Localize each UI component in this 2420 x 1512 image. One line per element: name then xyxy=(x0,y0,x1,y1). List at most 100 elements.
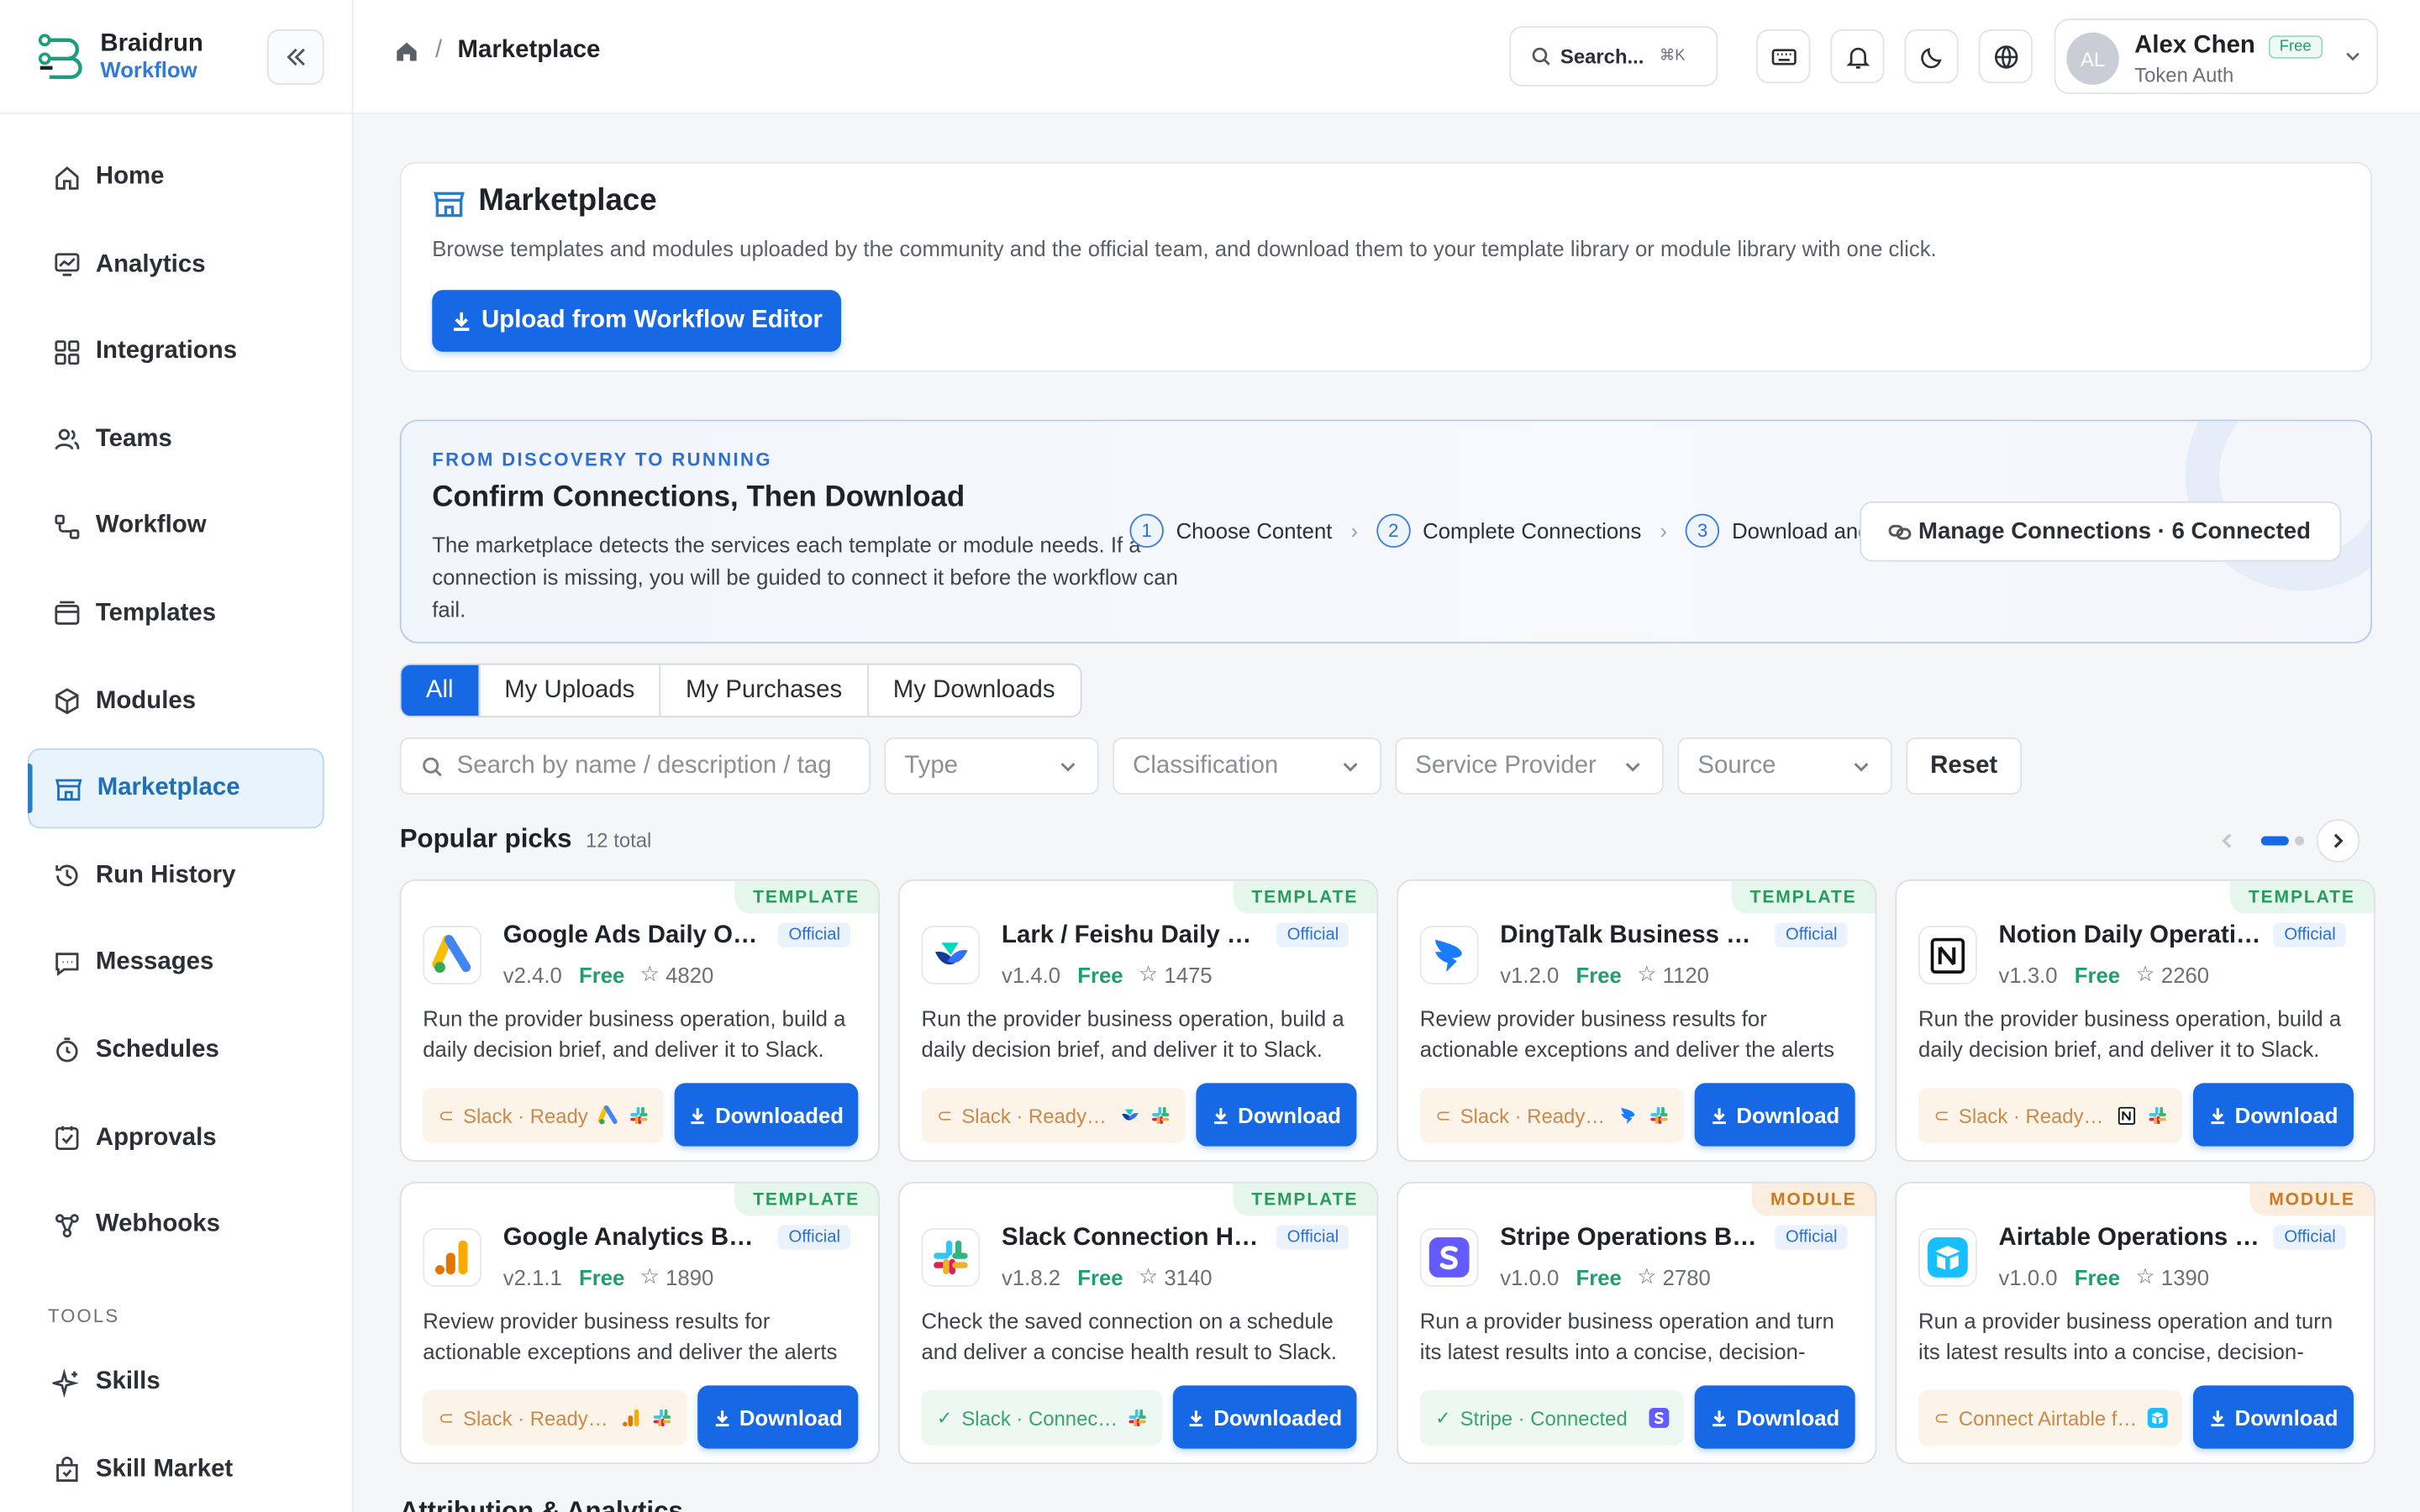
service-connection-chip[interactable]: ⊂ Connect Airtable first xyxy=(1918,1389,2183,1446)
sidebar-item-home[interactable]: Home xyxy=(28,137,324,218)
page-description: Browse templates and modules uploaded by… xyxy=(432,236,1937,261)
service-provider-select[interactable]: Service Provider xyxy=(1395,737,1664,795)
global-search-button[interactable]: Search... ⌘K xyxy=(1509,26,1718,87)
card-meta: v1.0.0 Free ☆ 1390 xyxy=(1999,1263,2210,1289)
price: Free xyxy=(1077,1264,1123,1289)
user-menu[interactable]: AL Alex Chen Free Token Auth xyxy=(2054,18,2379,95)
carousel-prev-button[interactable] xyxy=(2206,819,2249,862)
chevron-right-icon xyxy=(2333,833,2344,848)
service-connection-chip[interactable]: ⊂ Slack · Ready to connect xyxy=(423,1389,687,1446)
notion-mini-icon xyxy=(2114,1103,2139,1127)
search-input[interactable]: Search by name / description / tag xyxy=(399,737,871,795)
sidebar-item-skill-market[interactable]: Skill Market xyxy=(28,1430,324,1510)
link-icon: ⊂ xyxy=(1933,1407,1949,1429)
sidebar-item-integrations[interactable]: Integrations xyxy=(28,312,324,392)
download-button[interactable]: Downloaded xyxy=(674,1083,859,1147)
card-title[interactable]: DingTalk Business Exception Alerts xyxy=(1500,922,1762,950)
kind-badge: TEMPLATE xyxy=(734,1183,879,1216)
brand: Braidrun Workflow xyxy=(0,0,352,114)
download-button[interactable]: Download xyxy=(1694,1083,1855,1147)
sidebar-item-teams[interactable]: Teams xyxy=(28,399,324,480)
sidebar-item-webhooks[interactable]: Webhooks xyxy=(28,1185,324,1266)
marketplace-card[interactable]: MODULE Airtable Operations Brief Official v… xyxy=(1895,1181,2375,1465)
version: v2.1.1 xyxy=(502,1264,562,1289)
card-title[interactable]: Airtable Operations Brief xyxy=(1999,1225,2261,1252)
card-description: Run a provider business operation and tu… xyxy=(1419,1308,1834,1364)
keyboard-shortcuts-button[interactable] xyxy=(1756,29,1811,84)
card-title[interactable]: Stripe Operations Brief xyxy=(1500,1225,1762,1252)
service-connection-chip[interactable]: ✓ Stripe · Connected xyxy=(1419,1389,1684,1446)
service-connection-chip[interactable]: ⊂ Slack · Ready to connect xyxy=(1419,1087,1684,1143)
service-logos xyxy=(590,1103,651,1127)
sidebar-item-approvals[interactable]: Approvals xyxy=(28,1098,324,1179)
tab-my-uploads[interactable]: My Uploads xyxy=(480,664,661,717)
library-tabs: All My Uploads My Purchases My Downloads xyxy=(399,663,1081,718)
sidebar-item-analytics[interactable]: Analytics xyxy=(28,224,324,305)
notifications-button[interactable] xyxy=(1830,29,1885,84)
reset-filters-button[interactable]: Reset xyxy=(1906,737,2023,795)
link-icon: ⊂ xyxy=(1435,1105,1451,1126)
download-button[interactable]: Download xyxy=(2192,1083,2354,1147)
service-status: Slack · Ready to connect xyxy=(1958,1104,2108,1127)
service-connection-chip[interactable]: ⊂ Slack · Ready to connect xyxy=(1918,1087,2183,1143)
sidebar-item-marketplace[interactable]: Marketplace xyxy=(28,748,324,829)
service-connection-chip[interactable]: ✓ Slack · Connected xyxy=(921,1389,1163,1446)
messages-icon xyxy=(55,952,79,976)
tab-my-purchases[interactable]: My Purchases xyxy=(661,664,869,717)
home-icon[interactable] xyxy=(393,38,419,64)
store-icon xyxy=(55,778,82,801)
carousel-dot[interactable] xyxy=(2295,836,2305,846)
service-connection-chip[interactable]: ⊂ Slack · Ready xyxy=(423,1087,664,1143)
braidrun-logo-icon xyxy=(38,33,82,79)
sidebar-item-modules[interactable]: Modules xyxy=(28,661,324,742)
card-title[interactable]: Google Analytics Business Exception Aler… xyxy=(503,1225,765,1252)
marketplace-card[interactable]: MODULE Stripe Operations Brief Official v1.… xyxy=(1397,1181,1877,1465)
service-connection-chip[interactable]: ⊂ Slack · Ready to connect xyxy=(921,1087,1186,1143)
check-circle-icon: ✓ xyxy=(936,1407,953,1429)
classification-select[interactable]: Classification xyxy=(1113,737,1381,795)
marketplace-card[interactable]: TEMPLATE Google Analytics Business Except… xyxy=(399,1181,880,1465)
sidebar-item-run-history[interactable]: Run History xyxy=(28,836,324,916)
card-title[interactable]: Notion Daily Operations Brief xyxy=(1999,922,2261,950)
card-title[interactable]: Google Ads Daily Operations Brief xyxy=(503,922,765,950)
theme-toggle-button[interactable] xyxy=(1904,29,1959,84)
marketplace-card[interactable]: TEMPLATE Notion Daily Operations Brief Off… xyxy=(1895,879,2375,1163)
lark-mini-icon xyxy=(1118,1103,1142,1127)
tab-all[interactable]: All xyxy=(401,664,480,717)
source-select[interactable]: Source xyxy=(1677,737,1892,795)
kind-badge: TEMPLATE xyxy=(734,880,879,914)
marketplace-card[interactable]: TEMPLATE Lark / Feishu Daily Operations B… xyxy=(897,879,1379,1163)
card-title[interactable]: Slack Connection Health Check xyxy=(1002,1225,1264,1252)
carousel-dot-active[interactable] xyxy=(2260,836,2289,846)
chevron-right-icon: › xyxy=(1350,518,1359,543)
slack-logo-icon xyxy=(921,1228,981,1287)
marketplace-card[interactable]: TEMPLATE DingTalk Business Exception Aler… xyxy=(1397,879,1877,1163)
breadcrumb: / Marketplace xyxy=(393,37,600,65)
version: v1.8.2 xyxy=(1002,1264,1061,1289)
marketplace-card[interactable]: TEMPLATE Slack Connection Health Check Off… xyxy=(897,1181,1379,1465)
tab-my-downloads[interactable]: My Downloads xyxy=(868,665,1080,717)
sidebar-nav: Home Analytics Integrations Teams Workfl… xyxy=(0,114,352,1510)
language-button[interactable] xyxy=(1978,29,2033,84)
type-select[interactable]: Type xyxy=(884,737,1099,795)
sidebar-item-messages[interactable]: Messages xyxy=(28,923,324,1004)
sidebar-item-templates[interactable]: Templates xyxy=(28,574,324,654)
download-button[interactable]: Download xyxy=(1694,1385,1855,1449)
marketplace-card[interactable]: TEMPLATE Google Ads Daily Operations Brie… xyxy=(399,879,880,1163)
download-button[interactable]: Downloaded xyxy=(1172,1385,1357,1449)
teams-icon xyxy=(55,429,80,450)
official-badge: Official xyxy=(1276,1225,1350,1250)
card-meta: v1.2.0 Free ☆ 1120 xyxy=(1500,961,1709,987)
download-button[interactable]: Download xyxy=(2192,1385,2354,1449)
manage-connections-button[interactable]: Manage Connections · 6 Connected xyxy=(1860,501,2342,562)
sidebar-item-schedules[interactable]: Schedules xyxy=(28,1011,324,1091)
download-button[interactable]: Download xyxy=(697,1385,859,1449)
breadcrumb-separator: / xyxy=(434,37,443,64)
sidebar-item-skills[interactable]: Skills xyxy=(28,1342,324,1423)
upload-from-editor-button[interactable]: Upload from Workflow Editor xyxy=(432,290,842,352)
card-title[interactable]: Lark / Feishu Daily Operations Brief xyxy=(1002,922,1264,950)
collapse-sidebar-button[interactable] xyxy=(266,29,324,86)
carousel-next-button[interactable] xyxy=(2316,819,2360,863)
sidebar-item-workflow[interactable]: Workflow xyxy=(28,486,324,567)
download-button[interactable]: Download xyxy=(1196,1083,1357,1147)
